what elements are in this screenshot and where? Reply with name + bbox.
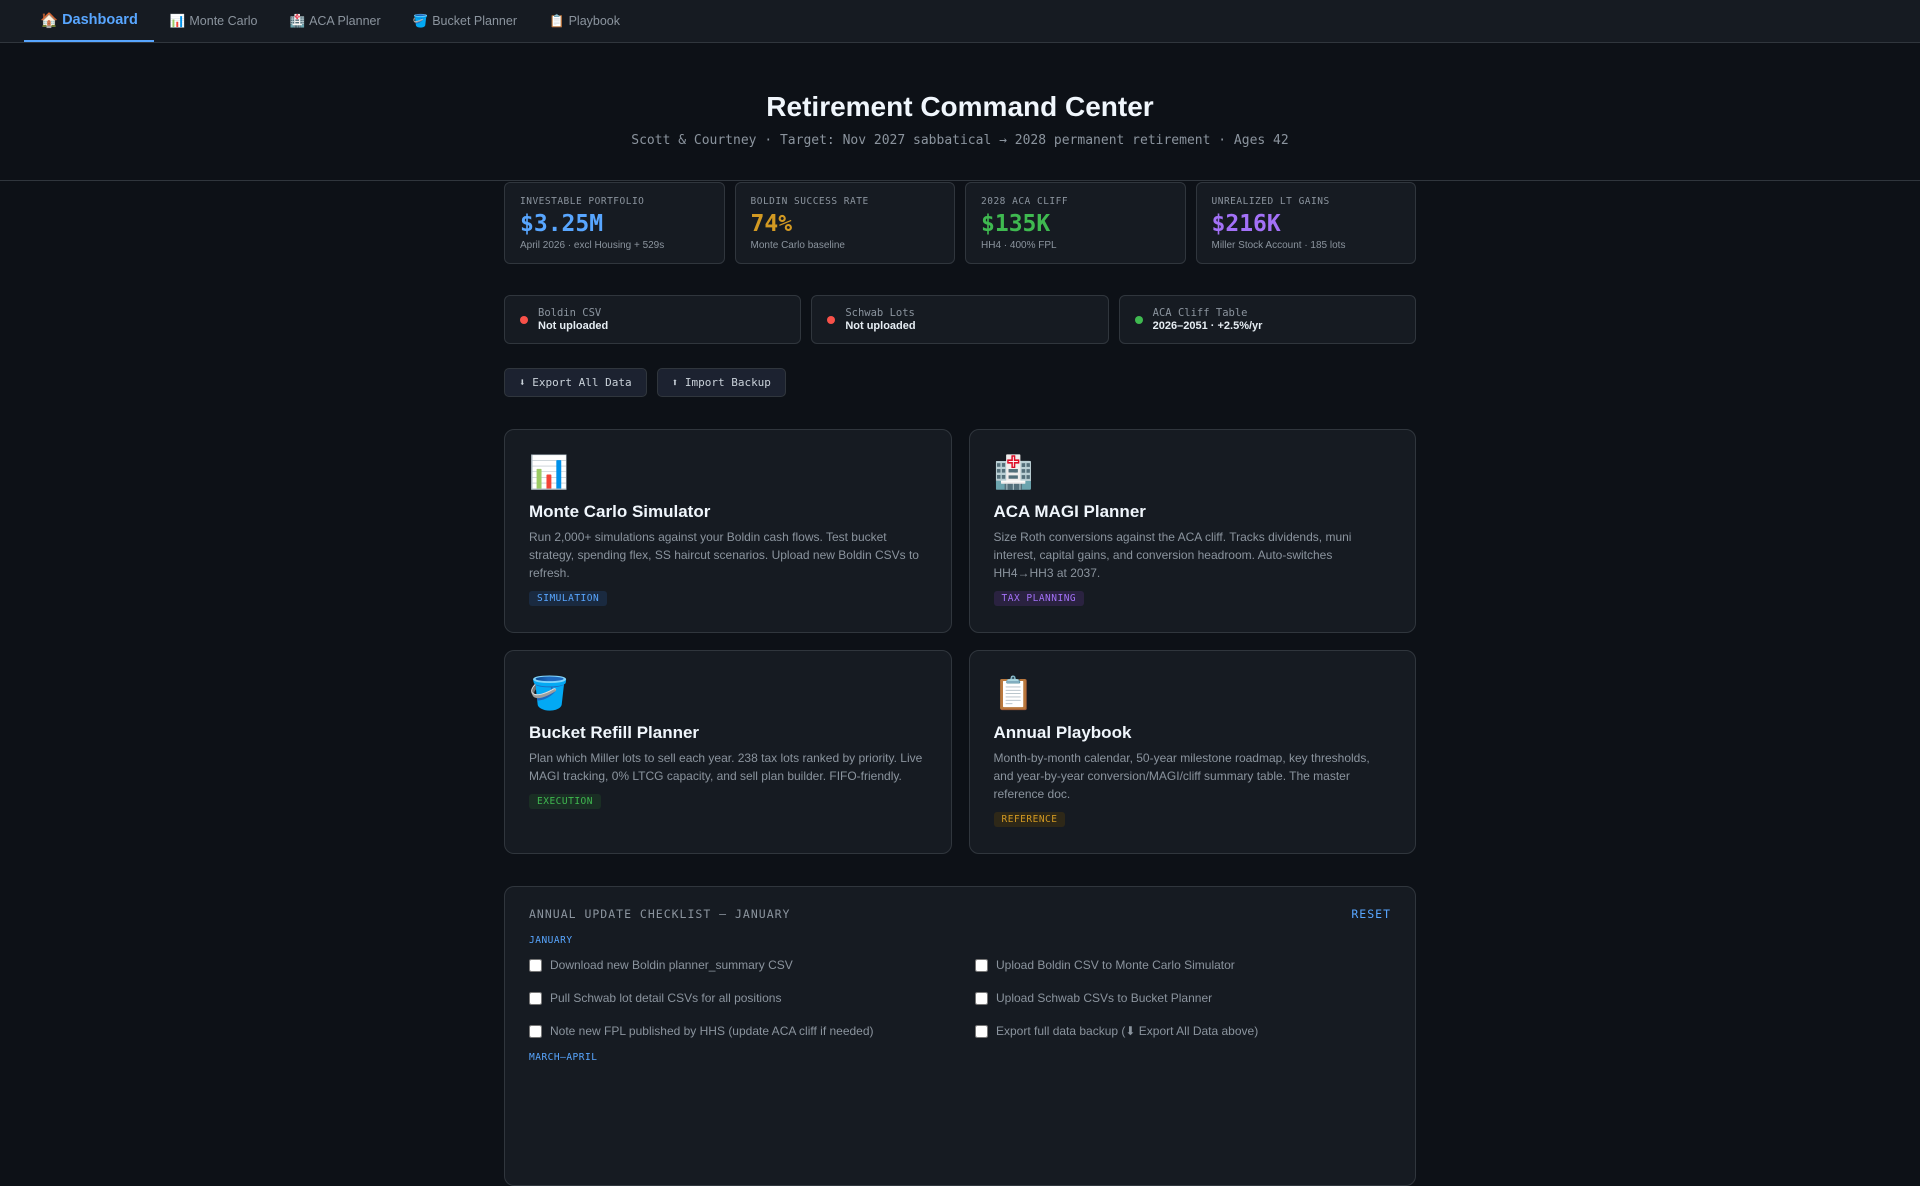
stat-value: 74% [750,211,793,237]
checklist-checkbox[interactable] [529,958,542,972]
clipboard-icon: 📋 [993,675,1034,711]
checklist-title: ANNUAL UPDATE CHECKLIST — JANUARY [529,907,791,921]
status-label: Boldin CSV [538,307,602,319]
stat-label: BOLDIN SUCCESS RATE [750,196,869,207]
tool-card[interactable]: 🏥 ACA MAGI Planner Size Roth conversions a… [968,429,1416,633]
tool-title: ACA MAGI Planner [993,502,1146,521]
hospital-icon: 🏥 [289,13,306,28]
status-dot-icon [1134,315,1143,324]
tool-tag: EXECUTION [529,794,601,809]
tool-tag: REFERENCE [993,812,1066,827]
tool-title: Annual Playbook [993,723,1132,742]
tool-card[interactable]: 🪣 Bucket Refill Planner Plan which Miller … [504,650,952,854]
checklist-item-label: Pull Schwab lot detail CSVs for all posi… [550,991,782,1005]
tool-tag: SIMULATION [529,591,608,606]
status-value: Not uploaded [538,320,609,332]
checklist-item[interactable]: Upload Boldin CSV to Monte Carlo Simulat… [975,958,1391,972]
checklist-section-title: JANUARY [529,935,573,946]
checklist-item[interactable]: Export full data backup (⬇ Export All Da… [975,1024,1391,1038]
tool-cards: 📊 Monte Carlo Simulator Run 2,000+ simulat… [504,429,1416,854]
checklist-item[interactable]: Upload Schwab CSVs to Bucket Planner [975,991,1391,1005]
reset-button[interactable]: RESET [1351,907,1391,921]
status-dot-icon [520,315,528,324]
data-status-card: Schwab Lots Not uploaded [811,295,1109,344]
tool-card[interactable]: 📋 Annual Playbook Month-by-month calendar,… [968,650,1416,854]
tab-label: ACA Planner [309,14,381,28]
tool-title: Monte Carlo Simulator [529,502,711,521]
checklist-section-title: MARCH–APRIL [529,1052,598,1063]
page-subtitle: Scott & Courtney · Target: Nov 2027 sabb… [631,133,1289,148]
stat-label: UNREALIZED LT GAINS [1211,196,1330,207]
stat-label: INVESTABLE PORTFOLIO [520,196,645,207]
tool-description: Month-by-month calendar, 50-year milesto… [993,751,1370,801]
page-header: Retirement Command Center Scott & Courtn… [0,43,1920,181]
hospital-icon: 🏥 [993,454,1034,490]
data-status-card: ACA Cliff Table 2026–2051 · +2.5%/yr [1118,295,1416,344]
tab-dashboard[interactable]: 🏠 Dashboard [24,0,154,42]
tool-card[interactable]: 📊 Monte Carlo Simulator Run 2,000+ simulat… [504,429,952,633]
tab-label: Dashboard [62,12,138,28]
tool-title: Bucket Refill Planner [529,723,700,742]
checklist-item-label: Upload Boldin CSV to Monte Carlo Simulat… [996,958,1235,972]
stat-card: BOLDIN SUCCESS RATE 74% Monte Carlo baseli… [734,182,955,264]
bar-chart-icon: 📊 [529,454,569,490]
stat-note: Miller Stock Account · 185 lots [1211,240,1346,251]
tab-aca-planner[interactable]: 🏥 ACA Planner [273,0,396,42]
checklist-item-label: Upload Schwab CSVs to Bucket Planner [996,991,1213,1005]
export-all-data-button[interactable]: ⬇ Export All Data [504,368,647,397]
status-label: ACA Cliff Table [1152,307,1248,319]
stat-value: $216K [1211,211,1281,237]
tool-description: Size Roth conversions against the ACA cl… [993,530,1352,580]
bucket-icon: 🪣 [412,13,429,28]
checklist-item-label: Export full data backup (⬇ Export All Da… [996,1024,1259,1038]
stat-value: $135K [981,211,1051,237]
import-backup-button[interactable]: ⬆ Import Backup [656,368,786,397]
tab-label: Monte Carlo [189,14,258,28]
stat-label: 2028 ACA CLIFF [981,196,1069,207]
clipboard-icon: 📋 [549,13,565,28]
stats-row: INVESTABLE PORTFOLIO $3.25M April 2026 · e… [504,182,1416,264]
top-nav: 🏠 Dashboard 📊 Monte Carlo 🏥 ACA Planner 🪣 Bu… [0,0,1920,43]
checklist-checkbox[interactable] [975,958,988,972]
checklist-checkbox[interactable] [529,1024,542,1038]
data-status-row: Boldin CSV Not uploaded Schwab Lots Not upl… [504,295,1416,344]
checklist-item[interactable]: Pull Schwab lot detail CSVs for all posi… [529,991,945,1005]
data-status-card: Boldin CSV Not uploaded [504,295,802,344]
bar-chart-icon: 📊 [169,13,186,28]
tab-bucket-planner[interactable]: 🪣 Bucket Planner [397,0,533,42]
tab-label: Bucket Planner [432,14,517,28]
tool-description: Plan which Miller lots to sell each year… [529,751,923,783]
checklist-item-label: Download new Boldin planner_summary CSV [550,958,793,972]
checklist-checkbox[interactable] [529,991,542,1005]
stat-note: Monte Carlo baseline [750,240,846,251]
tab-label: Playbook [568,14,621,28]
annual-checklist: ANNUAL UPDATE CHECKLIST — JANUARY RESET J… [504,886,1416,1186]
status-value: 2026–2051 · +2.5%/yr [1152,320,1263,332]
tool-tag: TAX PLANNING [993,591,1085,606]
stat-card: UNREALIZED LT GAINS $216K Miller Stock Acc… [1195,182,1416,264]
status-value: Not uploaded [845,320,916,332]
stat-note: HH4 · 400% FPL [981,240,1057,251]
status-dot-icon [827,315,836,324]
stat-card: 2028 ACA CLIFF $135K HH4 · 400% FPL [965,182,1186,264]
stat-note: April 2026 · excl Housing + 529s [520,240,665,251]
stat-value: $3.25M [520,211,604,237]
checklist-checkbox[interactable] [975,1024,988,1038]
stat-card: INVESTABLE PORTFOLIO $3.25M April 2026 · e… [504,182,725,264]
bucket-icon: 🪣 [529,675,569,711]
status-label: Schwab Lots [845,307,915,319]
checklist-item[interactable]: Download new Boldin planner_summary CSV [529,958,945,972]
checklist-item-label: Note new FPL published by HHS (update AC… [550,1024,874,1038]
checklist-item[interactable]: Note new FPL published by HHS (update AC… [529,1024,945,1038]
tab-monte-carlo[interactable]: 📊 Monte Carlo [154,0,274,42]
page-title: Retirement Command Center [766,91,1154,122]
tab-playbook[interactable]: 📋 Playbook [533,0,636,42]
house-icon: 🏠 [40,12,59,29]
checklist-checkbox[interactable] [975,991,988,1005]
tool-description: Run 2,000+ simulations against your Bold… [529,530,919,580]
